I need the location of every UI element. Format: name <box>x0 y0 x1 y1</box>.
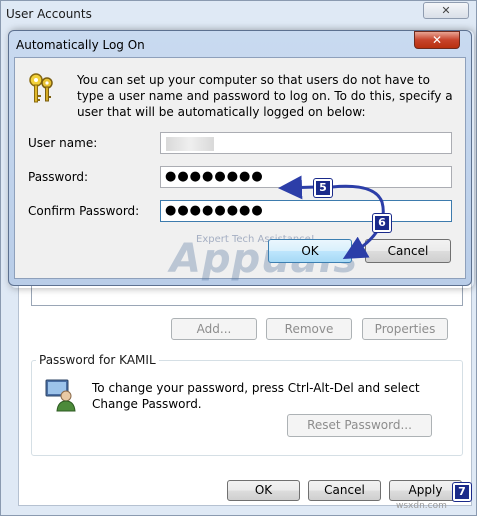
step-6-badge: 6 <box>373 214 391 232</box>
arrow-to-password <box>278 175 317 200</box>
annotation-arrows <box>278 175 385 259</box>
step-5-badge: 5 <box>314 179 332 197</box>
